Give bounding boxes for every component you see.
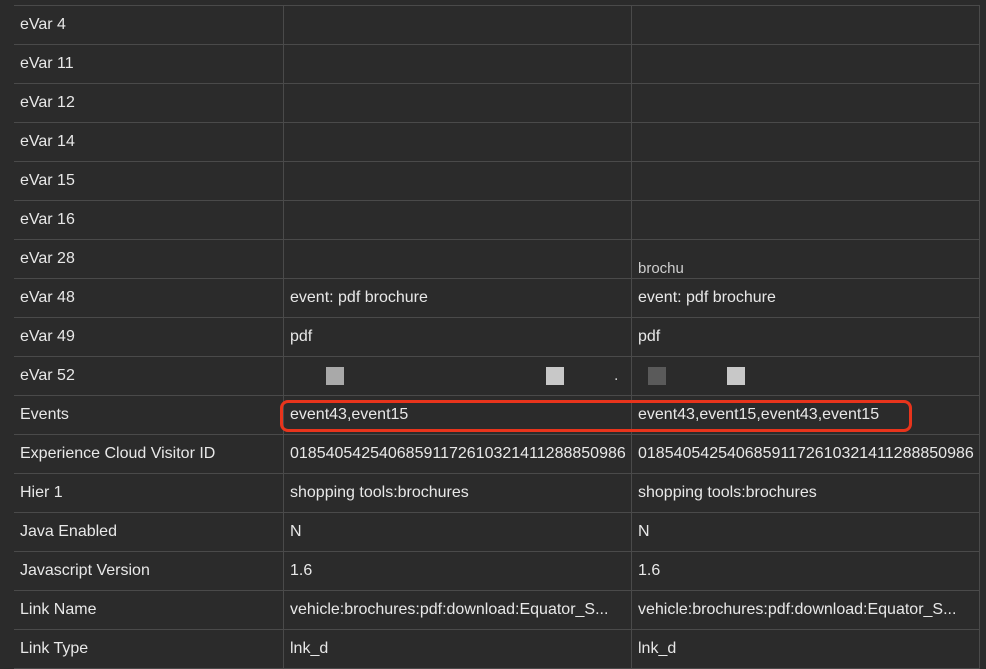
table-row: Link Name vehicle:brochures:pdf:download… xyxy=(14,591,980,630)
value-cell-1 xyxy=(284,123,632,161)
variable-name: eVar 48 xyxy=(14,279,284,317)
value-cell-2: event43,event15,event43,event15 xyxy=(632,396,980,434)
table-row: Hier 1 shopping tools:brochures shopping… xyxy=(14,474,980,513)
value-cell-2: 01854054254068591172610321411288850986 xyxy=(632,435,980,473)
value-cell-1 xyxy=(284,6,632,44)
variable-name: eVar 4 xyxy=(14,6,284,44)
variable-name: Link Type xyxy=(14,630,284,668)
value-cell-1: pdf xyxy=(284,318,632,356)
value-cell-1 xyxy=(284,84,632,122)
table-row: eVar 28 brochu xyxy=(14,240,980,279)
value-cell-2: brochu xyxy=(632,240,980,278)
value-cell-1: event43,event15 xyxy=(284,396,632,434)
table-row: eVar 48 event: pdf brochure event: pdf b… xyxy=(14,279,980,318)
table-row: eVar 12 xyxy=(14,84,980,123)
value-cell-1: N xyxy=(284,513,632,551)
variable-name: Events xyxy=(14,396,284,434)
table-row: Events event43,event15 event43,event15,e… xyxy=(14,396,980,435)
value-cell-2 xyxy=(632,201,980,239)
value-cell-1: 1.6 xyxy=(284,552,632,590)
variable-name: Experience Cloud Visitor ID xyxy=(14,435,284,473)
variable-name: Link Name xyxy=(14,591,284,629)
value-cell-2 xyxy=(632,6,980,44)
value-cell-1 xyxy=(284,201,632,239)
variable-name: eVar 15 xyxy=(14,162,284,200)
value-cell-1: shopping tools:brochures xyxy=(284,474,632,512)
table-row: Java Enabled N N xyxy=(14,513,980,552)
value-cell-1: vehicle:brochures:pdf:download:Equator_S… xyxy=(284,591,632,629)
color-swatch xyxy=(727,367,745,385)
table-row: eVar 52 . xyxy=(14,357,980,396)
color-swatch xyxy=(648,367,666,385)
value-cell-2 xyxy=(632,45,980,83)
value-cell-1: event: pdf brochure xyxy=(284,279,632,317)
variable-name: Javascript Version xyxy=(14,552,284,590)
variable-name: eVar 12 xyxy=(14,84,284,122)
variable-name: eVar 49 xyxy=(14,318,284,356)
variable-name: eVar 28 xyxy=(14,240,284,278)
value-cell-2: event: pdf brochure xyxy=(632,279,980,317)
value-cell-2: pdf xyxy=(632,318,980,356)
variable-name: eVar 16 xyxy=(14,201,284,239)
table-row: eVar 4 xyxy=(14,6,980,45)
value-cell-2: lnk_d xyxy=(632,630,980,668)
variable-name: eVar 11 xyxy=(14,45,284,83)
value-cell-2 xyxy=(632,84,980,122)
value-cell-2: vehicle:brochures:pdf:download:Equator_S… xyxy=(632,591,980,629)
table-row: Link Type lnk_d lnk_d xyxy=(14,630,980,669)
value-cell-2: N xyxy=(632,513,980,551)
table-row: eVar 49 pdf pdf xyxy=(14,318,980,357)
value-cell-1: . xyxy=(284,357,632,395)
variable-name: eVar 52 xyxy=(14,357,284,395)
dot: . xyxy=(614,367,619,384)
table-row: eVar 14 xyxy=(14,123,980,162)
variable-name: Hier 1 xyxy=(14,474,284,512)
color-swatch xyxy=(546,367,564,385)
table-row: eVar 15 xyxy=(14,162,980,201)
variable-name: eVar 14 xyxy=(14,123,284,161)
value-cell-1 xyxy=(284,45,632,83)
color-swatch xyxy=(326,367,344,385)
value-cell-2 xyxy=(632,162,980,200)
value-cell-1 xyxy=(284,240,632,278)
value-cell-2: 1.6 xyxy=(632,552,980,590)
value-cell-2 xyxy=(632,357,980,395)
table-row: eVar 11 xyxy=(14,45,980,84)
table-row: Experience Cloud Visitor ID 018540542540… xyxy=(14,435,980,474)
value-cell-1: 01854054254068591172610321411288850986 xyxy=(284,435,632,473)
table-row: Javascript Version 1.6 1.6 xyxy=(14,552,980,591)
value-cell-2 xyxy=(632,123,980,161)
table-row: eVar 16 xyxy=(14,201,980,240)
value-cell-1: lnk_d xyxy=(284,630,632,668)
variable-name: Java Enabled xyxy=(14,513,284,551)
value-cell-1 xyxy=(284,162,632,200)
variables-table: eVar 4 eVar 11 eVar 12 eVar 14 eVar 15 e… xyxy=(14,5,980,669)
value-cell-2: shopping tools:brochures xyxy=(632,474,980,512)
